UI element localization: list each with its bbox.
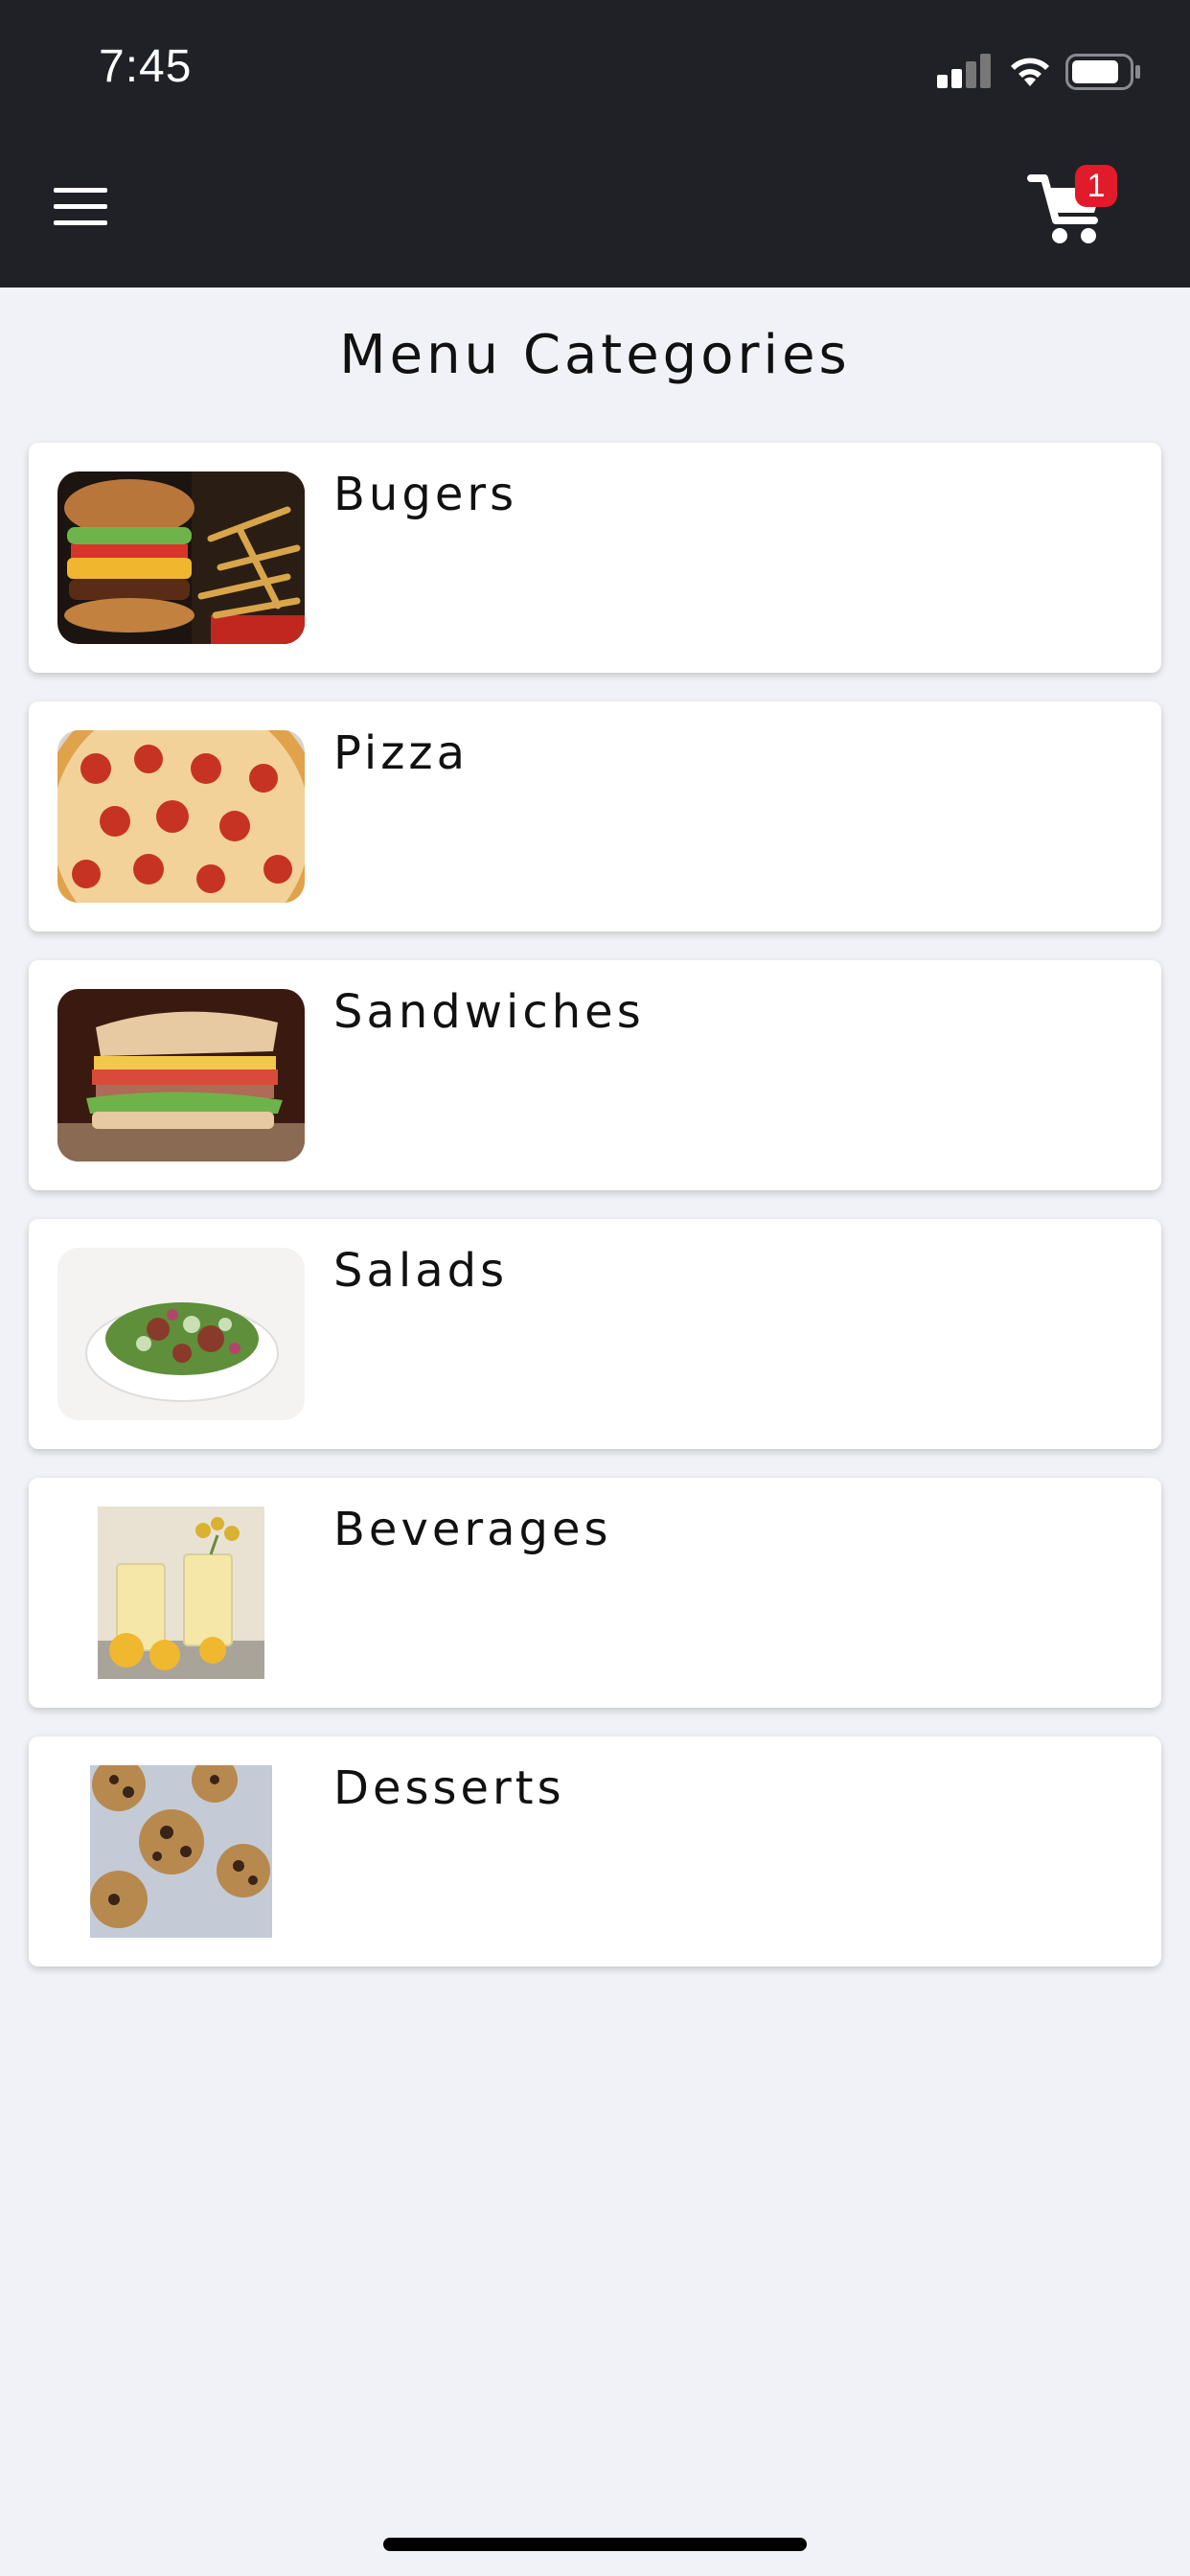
category-label: Pizza: [333, 726, 469, 780]
page-title: Menu Categories: [339, 324, 851, 386]
hamburger-menu-icon[interactable]: [54, 188, 107, 226]
sandwich-photo: [57, 989, 305, 1162]
category-label: Salads: [333, 1244, 509, 1298]
category-label: Beverages: [333, 1503, 612, 1556]
burger-photo: [57, 472, 305, 644]
salad-photo: [57, 1248, 305, 1420]
category-label: Sandwiches: [333, 985, 645, 1039]
category-card-beverages[interactable]: Beverages: [29, 1478, 1161, 1708]
cookies-photo: [90, 1765, 272, 1938]
category-card-pizza[interactable]: Pizza: [29, 702, 1161, 932]
wifi-icon: [1011, 58, 1049, 86]
cellular-signal-icon: [937, 54, 993, 88]
category-card-desserts[interactable]: Desserts: [29, 1736, 1161, 1966]
battery-icon: [1065, 54, 1140, 90]
home-indicator[interactable]: [383, 2538, 807, 2551]
category-card-sandwiches[interactable]: Sandwiches: [29, 960, 1161, 1190]
category-label: Bugers: [333, 468, 518, 521]
category-label: Desserts: [333, 1761, 565, 1815]
cart-button[interactable]: 1: [1027, 161, 1133, 247]
pizza-photo: [57, 730, 305, 903]
category-card-salads[interactable]: Salads: [29, 1219, 1161, 1449]
cart-count-badge: 1: [1075, 165, 1117, 207]
beverages-photo: [98, 1506, 264, 1679]
status-time: 7:45: [99, 41, 193, 92]
top-navigation-bar: 7:45 1: [0, 0, 1190, 288]
category-card-burgers[interactable]: Bugers: [29, 443, 1161, 673]
